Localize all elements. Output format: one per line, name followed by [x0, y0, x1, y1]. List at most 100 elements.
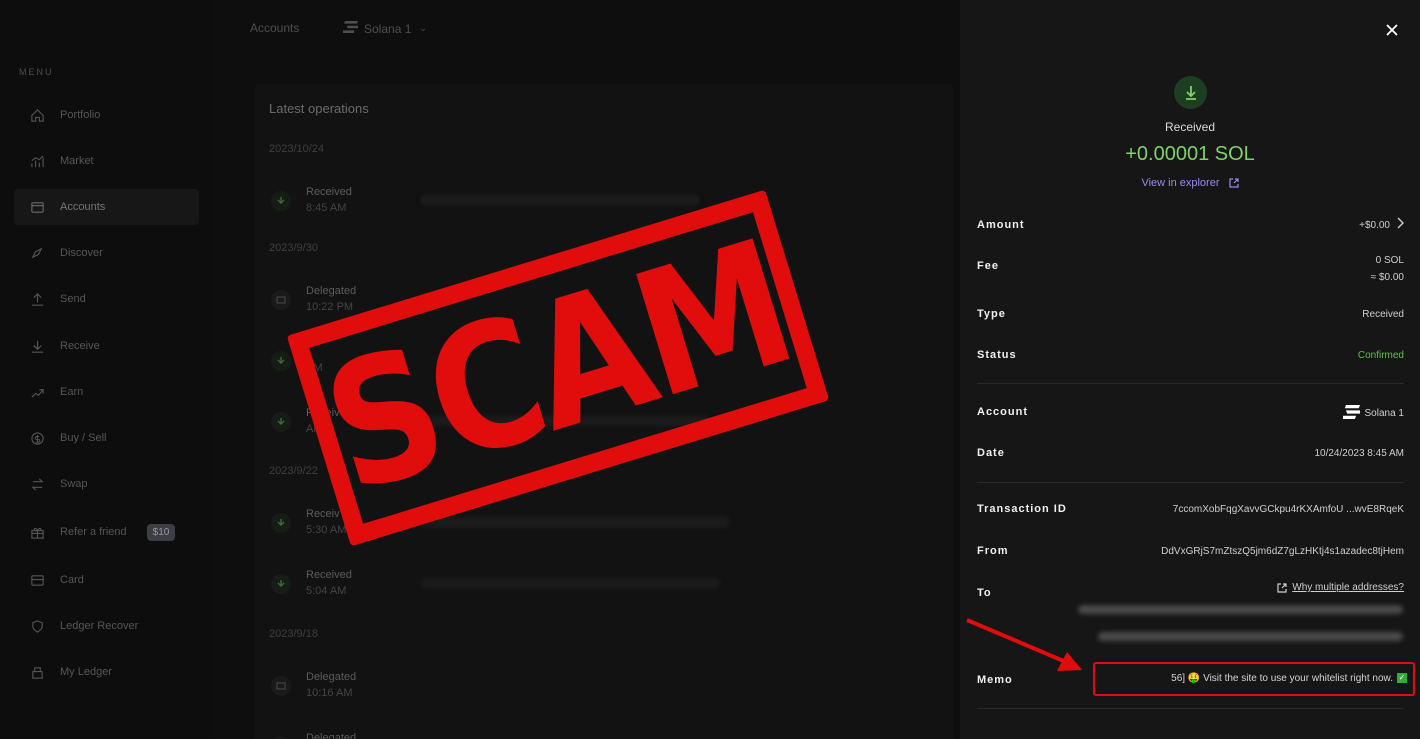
sidebar-item-card[interactable]: Card — [14, 562, 199, 598]
date-value: 10/24/2023 8:45 AM — [1314, 448, 1404, 459]
fee-value-crypto: 0 SOL — [1375, 255, 1404, 266]
sidebar-item-refer-a-friend[interactable]: Refer a friend $10 — [14, 514, 199, 550]
external-link-icon — [1228, 178, 1239, 188]
operation-type: Delegated — [306, 671, 357, 683]
amount-label: Amount — [977, 219, 1025, 231]
download-arrow-icon — [1185, 85, 1196, 100]
operation-row[interactable]: Received 5:04 AM — [254, 557, 954, 611]
dollar-icon — [29, 430, 45, 446]
sidebar-item-accounts[interactable]: Accounts — [14, 189, 199, 225]
sidebar-item-send[interactable]: Send — [14, 281, 199, 317]
operation-type: Receiv — [306, 508, 340, 520]
receive-icon — [271, 513, 291, 533]
operation-type: Delegated — [306, 285, 357, 297]
sidebar-item-discover[interactable]: Discover — [14, 235, 199, 271]
date-label: Date — [977, 447, 1005, 459]
close-icon — [1386, 24, 1398, 36]
sidebar-item-label: My Ledger — [60, 666, 112, 678]
operation-row[interactable]: Delegated — [254, 720, 954, 739]
receive-icon — [271, 574, 291, 594]
sidebar-item-earn[interactable]: Earn — [14, 374, 199, 410]
operation-time: 10:16 AM — [306, 687, 353, 699]
why-multiple-addresses-label: Why multiple addresses? — [1292, 582, 1404, 593]
operation-time: 5:04 AM — [306, 585, 347, 597]
operations-date-header: 2023/9/30 — [269, 242, 318, 254]
operation-row[interactable]: Received 8:45 AM — [254, 174, 954, 228]
divider — [977, 383, 1404, 384]
gift-icon — [29, 524, 45, 540]
sidebar-item-label: Refer a friend — [60, 526, 127, 538]
operation-details-panel: Received +0.00001 SOL View in explorer A… — [960, 0, 1420, 739]
view-in-explorer-link[interactable]: View in explorer — [960, 177, 1420, 189]
receive-icon — [271, 351, 291, 371]
menu-title: MENU — [19, 67, 54, 77]
sidebar: MENU Portfolio Market Accounts Discover Send… — [0, 0, 212, 739]
received-status-icon — [1174, 76, 1207, 109]
solana-icon — [1340, 405, 1361, 422]
why-multiple-addresses-link[interactable]: Why multiple addresses? — [1277, 582, 1404, 593]
growth-icon — [29, 384, 45, 400]
from-label: From — [977, 545, 1009, 557]
receive-icon — [271, 191, 291, 211]
operation-amount: +0.00001 SOL — [1125, 143, 1255, 165]
wallet-icon — [29, 199, 45, 215]
referral-badge: $10 — [146, 523, 176, 541]
delegate-icon — [271, 290, 291, 310]
operations-title: Latest operations — [269, 101, 369, 116]
sidebar-item-buy-sell[interactable]: Buy / Sell — [14, 420, 199, 456]
redacted-address — [420, 195, 700, 205]
sidebar-item-market[interactable]: Market — [14, 143, 199, 179]
sidebar-item-label: Discover — [60, 247, 103, 259]
operation-time: 8:45 AM — [306, 202, 347, 214]
status-value: Confirmed — [1357, 350, 1404, 361]
sidebar-item-portfolio[interactable]: Portfolio — [14, 97, 199, 133]
operation-type: Received — [306, 186, 352, 198]
type-value: Received — [1362, 309, 1404, 320]
sidebar-item-label: Ledger Recover — [60, 620, 139, 632]
chart-icon — [29, 153, 45, 169]
sidebar-item-swap[interactable]: Swap — [14, 466, 199, 502]
transaction-id-value[interactable]: 7ccomXobFqgXavvGCkpu4rKXAmfoU ...wvE8Rqe… — [1173, 504, 1404, 515]
breadcrumb-account[interactable]: Solana 1 ⌄ — [340, 21, 427, 36]
breadcrumb-account-label: Solana 1 — [364, 21, 412, 36]
redacted-address — [420, 578, 720, 588]
sidebar-item-label: Market — [60, 155, 94, 167]
solana-icon — [340, 21, 361, 36]
fee-label: Fee — [977, 260, 999, 272]
chevron-down-icon: ⌄ — [419, 23, 427, 33]
sidebar-item-label: Buy / Sell — [60, 432, 107, 444]
external-link-icon — [1277, 582, 1287, 593]
from-address[interactable]: DdVxGRjS7mZtszQ5jm6dZ7gLzHKtj4s1azadec8t… — [1161, 546, 1404, 557]
breadcrumb-accounts[interactable]: Accounts — [250, 21, 299, 35]
upload-icon — [29, 291, 45, 307]
checkmark-icon: ✓ — [1397, 673, 1407, 684]
divider — [977, 482, 1404, 483]
account-label: Account — [977, 406, 1028, 418]
download-icon — [29, 338, 45, 354]
memo-text: 56] 🤑 Visit the site to use your whiteli… — [1171, 673, 1393, 684]
memo-value: 56] 🤑 Visit the site to use your whiteli… — [1171, 673, 1407, 684]
redacted-address — [1078, 605, 1403, 614]
account-value[interactable]: Solana 1 — [1340, 405, 1404, 422]
fee-value-fiat: ≈ $0.00 — [1370, 272, 1404, 283]
chevron-right-icon[interactable] — [1396, 217, 1404, 232]
sidebar-item-my-ledger[interactable]: My Ledger — [14, 654, 199, 690]
operations-date-header: 2023/9/18 — [269, 628, 318, 640]
operation-row[interactable]: Delegated 10:16 AM — [254, 659, 954, 713]
sidebar-item-label: Earn — [60, 386, 84, 398]
sidebar-item-label: Receive — [60, 340, 100, 352]
sidebar-item-label: Send — [60, 293, 86, 305]
sidebar-item-ledger-recover[interactable]: Ledger Recover — [14, 608, 199, 644]
close-button[interactable] — [1382, 20, 1402, 40]
operation-status-title: Received — [1164, 120, 1216, 134]
memo-label: Memo — [977, 674, 1013, 686]
operation-time: 5:30 AM — [306, 524, 347, 536]
sidebar-item-label: Accounts — [60, 201, 106, 213]
sidebar-item-label: Portfolio — [60, 109, 101, 121]
receive-icon — [271, 412, 291, 432]
type-label: Type — [977, 308, 1006, 320]
sidebar-item-receive[interactable]: Receive — [14, 328, 199, 364]
sidebar-item-label: Swap — [60, 478, 88, 490]
view-in-explorer-label: View in explorer — [1141, 177, 1220, 189]
to-label: To — [977, 587, 992, 599]
